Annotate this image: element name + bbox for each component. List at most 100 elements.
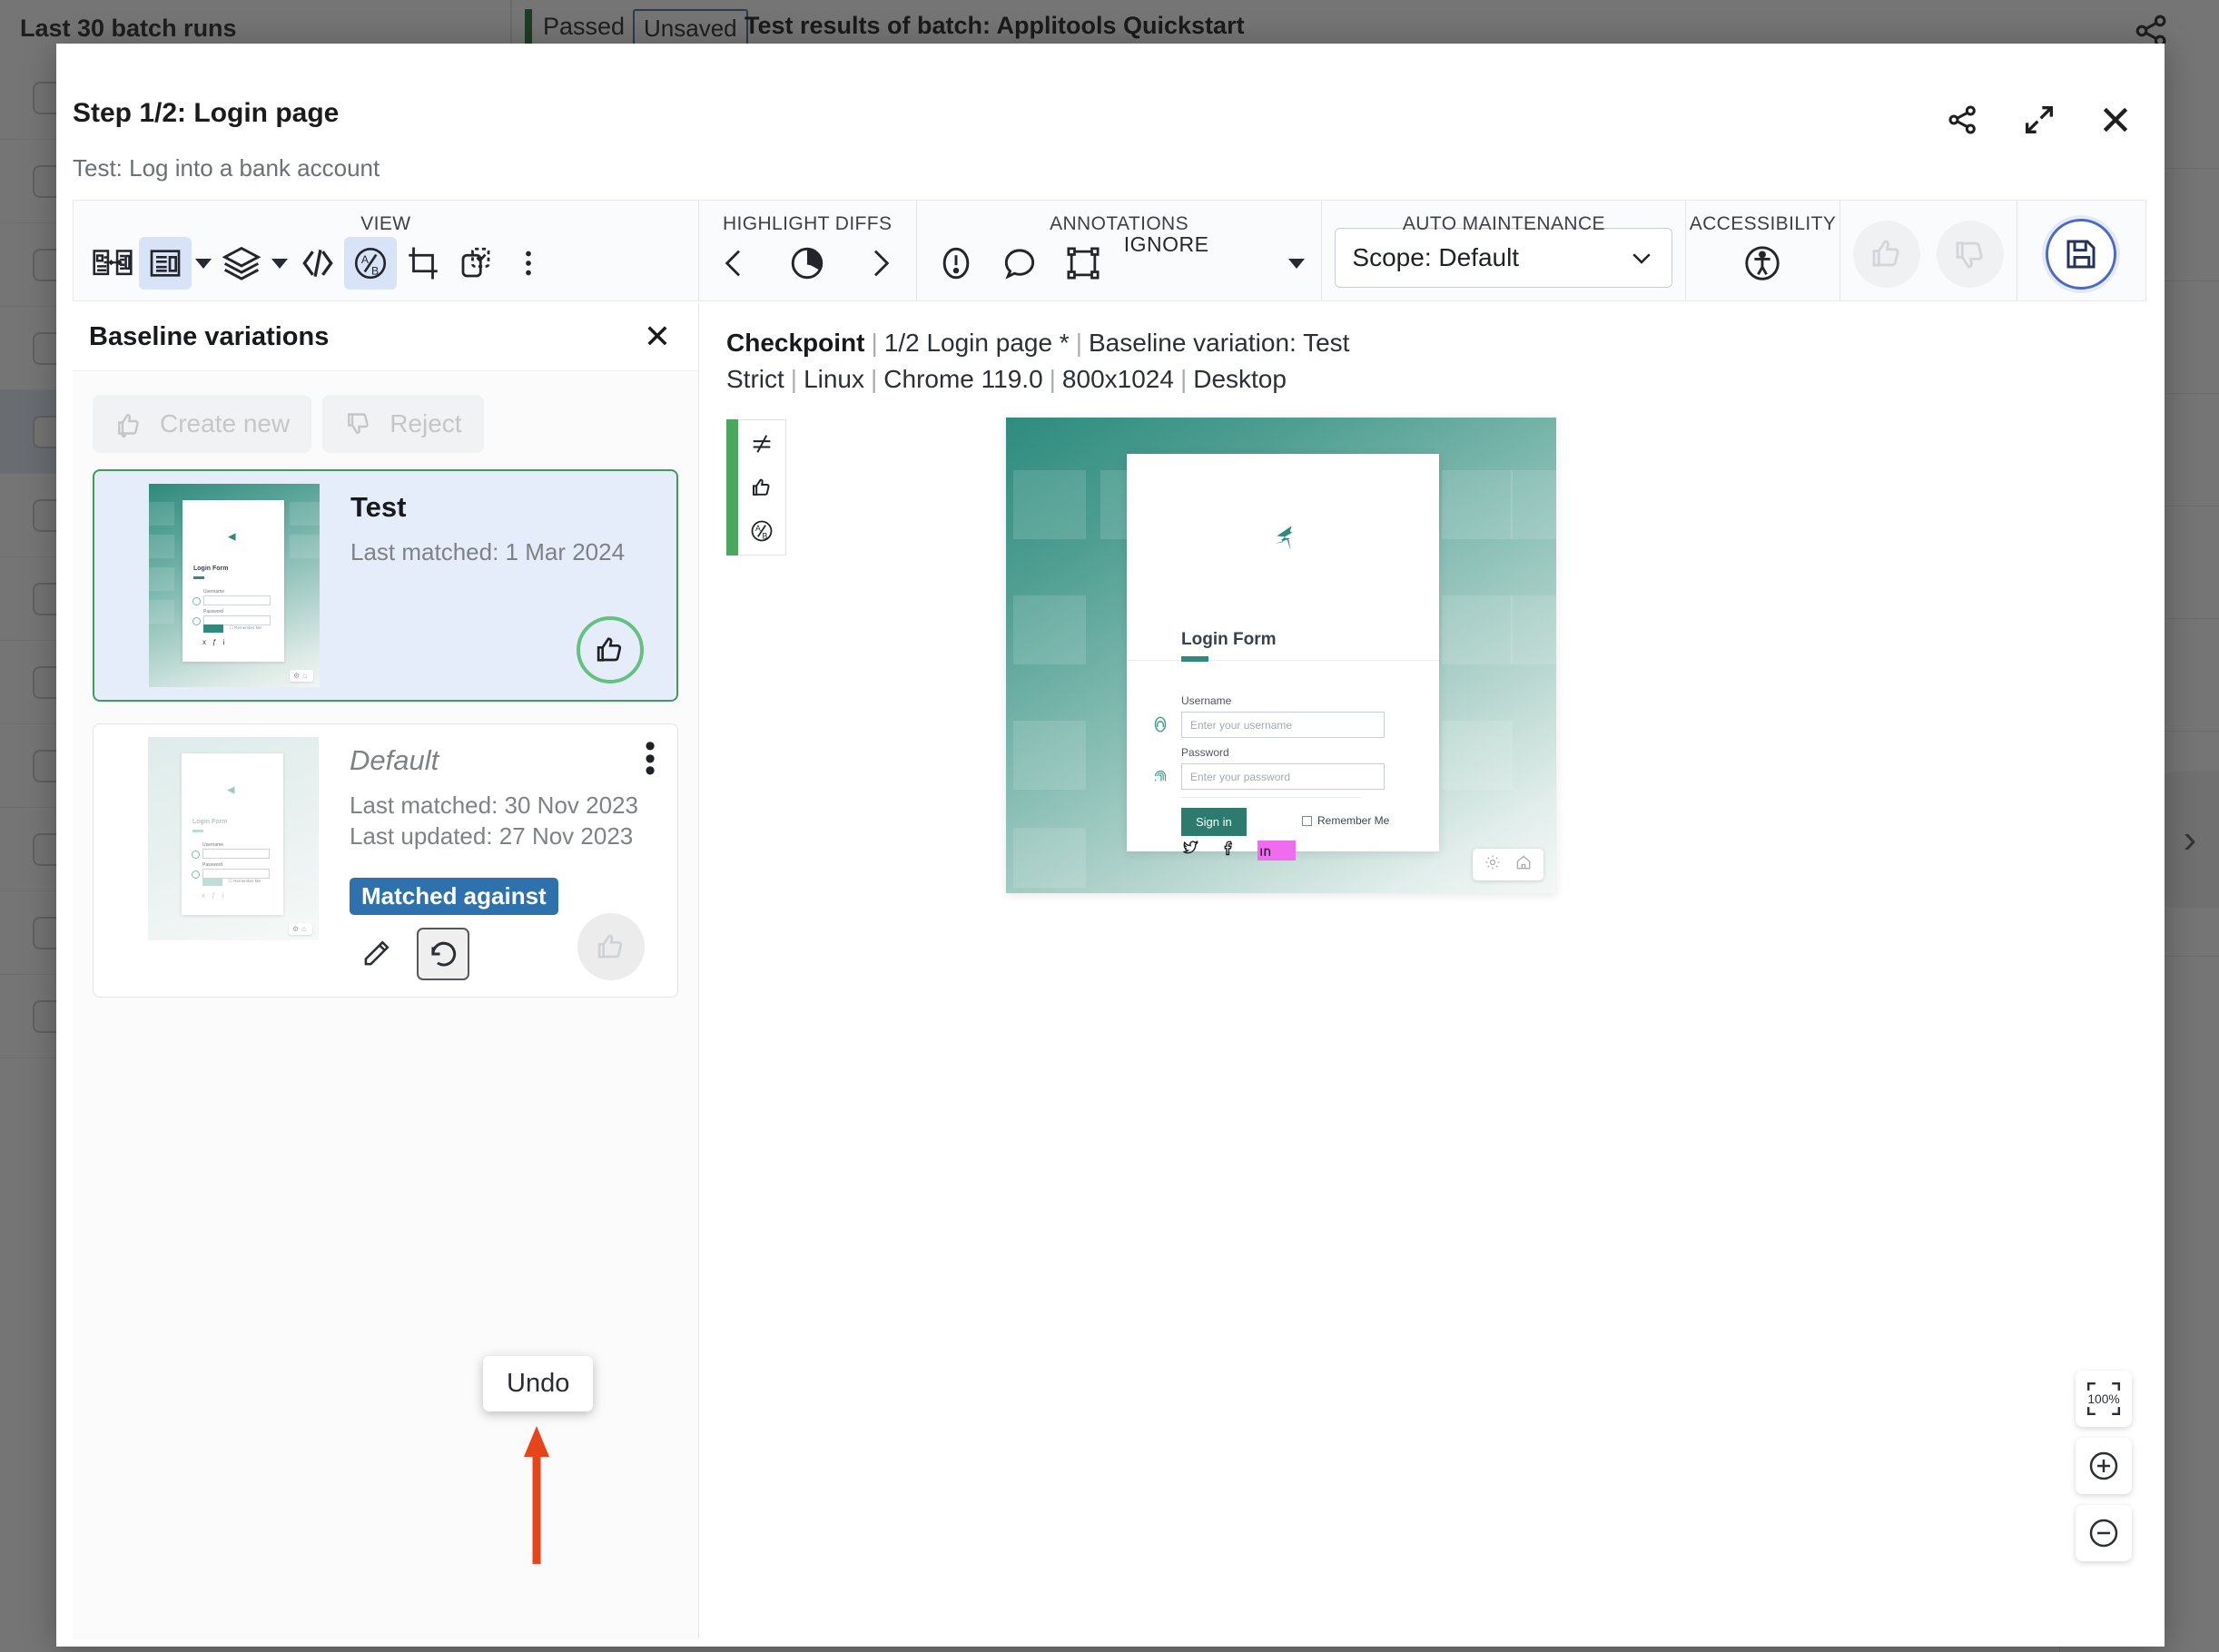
status-badge: Matched against xyxy=(350,877,558,915)
password-input[interactable]: Enter your password xyxy=(1181,763,1385,790)
create-new-button[interactable]: Create new xyxy=(93,395,312,453)
baseline-variations-header: Baseline variations ✕ xyxy=(73,303,698,370)
thumb-tile xyxy=(149,567,174,591)
ab-compare-icon[interactable]: A B xyxy=(344,237,397,290)
thumbs-up-icon[interactable] xyxy=(1852,221,1920,288)
ignore-region-icon[interactable] xyxy=(1057,237,1110,290)
close-icon[interactable] xyxy=(2097,102,2134,138)
checkpoint-status-strip: A B xyxy=(726,419,786,556)
chevron-down-icon xyxy=(1632,253,1652,264)
breadcrumb-sep: | xyxy=(1075,329,1082,357)
baseline-variation-card[interactable]: ◂ Login Form Username Password ☐ Remembe… xyxy=(93,469,678,702)
variation-last-updated: Last updated: 27 Nov 2023 xyxy=(350,822,634,851)
password-label: Password xyxy=(1181,746,1229,759)
screenshot-footer-toolbar[interactable] xyxy=(1473,849,1543,880)
thumb-password-label: Password xyxy=(203,609,223,615)
status-strip-icons: A B xyxy=(738,419,786,556)
accessibility-icon[interactable] xyxy=(1736,237,1789,290)
save-icon[interactable] xyxy=(2046,219,2117,290)
zoom-fit-button[interactable]: 100% xyxy=(2076,1371,2132,1427)
diff-not-equal-icon[interactable] xyxy=(744,426,780,462)
gear-icon[interactable] xyxy=(1484,853,1502,876)
form-divider xyxy=(1181,797,1361,798)
single-view-icon[interactable] xyxy=(139,237,192,290)
linkedin-icon[interactable] xyxy=(1257,840,1296,860)
variation-info: Test Last matched: 1 Mar 2024 xyxy=(320,471,676,700)
variation-approve-button[interactable] xyxy=(577,616,644,683)
thumb-tile xyxy=(149,535,174,558)
thumb-social-icons: xƒi xyxy=(202,638,232,646)
share-icon[interactable] xyxy=(1945,102,1981,138)
toolbar-group-save xyxy=(2016,201,2145,300)
thumb-username-label: Username xyxy=(203,589,225,595)
svg-text:A: A xyxy=(361,253,370,266)
scope-select[interactable]: Scope: Default xyxy=(1335,228,1673,288)
modal-subtitle: Test: Log into a bank account xyxy=(73,154,380,182)
comment-icon[interactable] xyxy=(993,237,1046,290)
variation-info: • • • Default Last matched: 30 Nov 2023 La… xyxy=(319,724,677,997)
thumb-title-underline xyxy=(192,830,203,832)
annotations-dropdown-caret[interactable] xyxy=(1285,237,1308,290)
thumbs-up-icon[interactable] xyxy=(744,469,780,506)
toolbar-group-annotations: ANNOTATIONS IGNORE xyxy=(915,201,1322,300)
more-options-icon[interactable] xyxy=(502,237,555,290)
home-icon[interactable] xyxy=(1514,853,1533,876)
crop-icon[interactable] xyxy=(397,237,449,290)
svg-text:100%: 100% xyxy=(2087,1392,2119,1406)
thumb-title-underline xyxy=(193,576,204,579)
zoom-out-button[interactable] xyxy=(2076,1505,2132,1561)
facebook-icon[interactable] xyxy=(1219,839,1238,861)
step-detail-modal: Step 1/2: Login page Test: Log into a ba… xyxy=(56,44,2165,1647)
shot-tile xyxy=(1013,595,1086,664)
checkpoint-screenshot[interactable]: Login Form Username Enter your username … xyxy=(1006,418,1556,893)
undo-icon[interactable] xyxy=(417,927,469,980)
signin-button[interactable]: Sign in xyxy=(1181,808,1247,836)
baseline-variation-card[interactable]: ◂ Login Form Username Password ☐ Remembe… xyxy=(93,723,678,998)
remember-me-checkbox[interactable]: Remember Me xyxy=(1302,814,1389,827)
side-by-side-icon[interactable] xyxy=(86,237,139,290)
applitools-logo-icon xyxy=(1127,519,1439,562)
login-form-card: Login Form Username Enter your username … xyxy=(1127,454,1439,860)
checkpoint-viewer: Checkpoint | 1/2 Login page * | Baseline var… xyxy=(701,303,2165,1639)
shot-tile xyxy=(1511,470,1556,539)
svg-text:A: A xyxy=(755,524,761,533)
region-select-icon[interactable] xyxy=(449,237,502,290)
diff-highlight-icon[interactable] xyxy=(781,237,833,290)
next-diff-icon[interactable] xyxy=(853,237,906,290)
ab-compare-icon[interactable]: A B xyxy=(744,513,780,549)
prev-diff-icon[interactable] xyxy=(708,237,761,290)
reject-button[interactable]: Reject xyxy=(322,395,484,453)
zoom-controls: 100% xyxy=(2076,1371,2132,1561)
variation-name: Test xyxy=(350,491,407,523)
twitter-icon[interactable] xyxy=(1181,839,1199,861)
username-label: Username xyxy=(1181,694,1232,707)
applitools-logo-icon: ◂ xyxy=(228,527,236,545)
edit-icon[interactable] xyxy=(350,928,402,980)
issue-icon[interactable] xyxy=(930,237,982,290)
thumb-username-input xyxy=(202,849,270,859)
login-form-divider xyxy=(1127,660,1439,661)
thumbs-down-icon[interactable] xyxy=(1936,221,2004,288)
toolbar-group-annotations-label: ANNOTATIONS xyxy=(1050,213,1189,234)
toolbar-group-view: VIEW A B xyxy=(74,201,698,300)
baseline-variations-actions: Create new Reject xyxy=(73,371,698,469)
code-icon[interactable] xyxy=(291,237,344,290)
remember-me-label: Remember Me xyxy=(1317,814,1390,827)
variation-approve-button-disabled[interactable] xyxy=(577,912,645,980)
modal-header-actions xyxy=(1945,102,2134,138)
breadcrumb-label: Checkpoint xyxy=(726,329,865,357)
expand-icon[interactable] xyxy=(2021,102,2057,138)
view-mode-dropdown-caret[interactable] xyxy=(192,237,215,290)
layers-icon[interactable] xyxy=(215,237,268,290)
variation-more-options-icon[interactable]: • • • xyxy=(645,731,656,785)
user-icon xyxy=(1149,713,1172,736)
zoom-in-button[interactable] xyxy=(2076,1438,2132,1494)
layers-dropdown-caret[interactable] xyxy=(268,237,291,290)
reject-label: Reject xyxy=(390,409,462,438)
checkbox-box xyxy=(1302,815,1312,826)
breadcrumb-viewport: 800x1024 xyxy=(1061,364,1174,393)
modal-header: Step 1/2: Login page Test: Log into a ba… xyxy=(56,44,2165,182)
username-input[interactable]: Enter your username xyxy=(1181,712,1385,738)
shot-tile xyxy=(1511,595,1556,664)
close-icon[interactable]: ✕ xyxy=(644,320,671,353)
